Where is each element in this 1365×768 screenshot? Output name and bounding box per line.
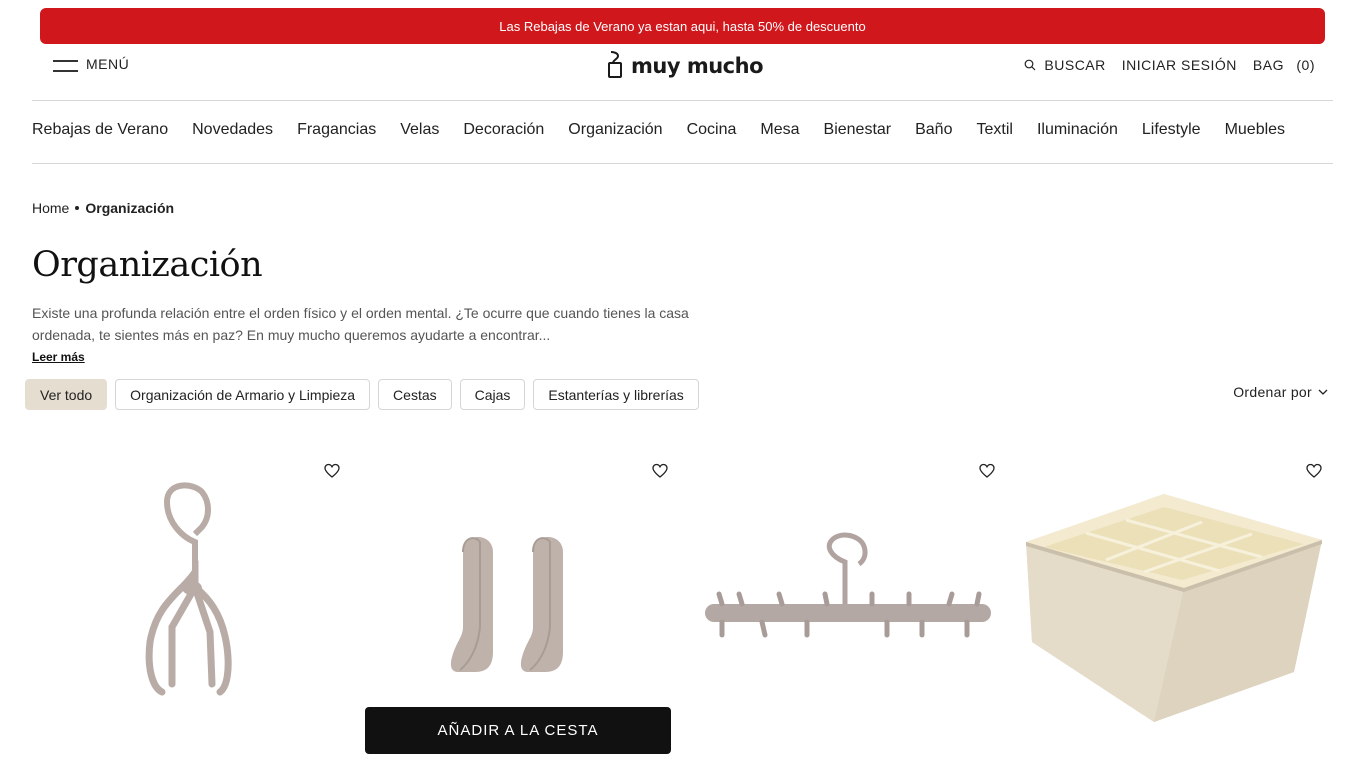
category-bienestar[interactable]: Bienestar (824, 121, 892, 139)
category-organizacion[interactable]: Organización (568, 121, 662, 139)
sort-label: Ordenar por (1233, 384, 1312, 400)
category-cocina[interactable]: Cocina (687, 121, 737, 139)
product-card[interactable] (32, 452, 359, 768)
breadcrumb-separator (75, 206, 80, 210)
search-button[interactable]: BUSCAR (1024, 57, 1105, 73)
heart-icon[interactable] (1305, 462, 1323, 480)
breadcrumb: Home Organización (32, 200, 174, 216)
category-muebles[interactable]: Muebles (1225, 121, 1285, 139)
breadcrumb-current: Organización (85, 200, 175, 216)
promo-banner[interactable]: Las Rebajas de Verano ya estan aqui, has… (40, 8, 1325, 44)
search-icon (1025, 59, 1036, 71)
menu-button[interactable]: MENÚ (53, 56, 129, 72)
login-link[interactable]: INICIAR SESIÓN (1122, 57, 1237, 73)
filter-chips: Ver todo Organización de Armario y Limpi… (25, 379, 699, 410)
promo-text: Las Rebajas de Verano ya estan aqui, has… (499, 18, 866, 34)
filter-chip-all[interactable]: Ver todo (25, 379, 108, 410)
product-image (705, 532, 991, 638)
menu-label: MENÚ (86, 56, 130, 72)
category-lifestyle[interactable]: Lifestyle (1142, 121, 1201, 139)
chevron-down-icon (1318, 389, 1328, 395)
page-title: Organización (32, 245, 263, 285)
category-fragancias[interactable]: Fragancias (297, 121, 376, 139)
add-to-cart-button[interactable]: AÑADIR A LA CESTA (365, 707, 671, 754)
category-textil[interactable]: Textil (976, 121, 1012, 139)
logo-mark-icon (608, 51, 622, 78)
logo[interactable]: muy mucho (607, 51, 764, 78)
heart-icon[interactable] (978, 462, 996, 480)
category-rebajas[interactable]: Rebajas de Verano (32, 121, 168, 139)
header-divider (32, 100, 1333, 101)
product-image (145, 482, 232, 696)
nav-divider (32, 163, 1333, 164)
category-mesa[interactable]: Mesa (760, 121, 799, 139)
add-to-cart-label: AÑADIR A LA CESTA (437, 722, 599, 739)
filter-chip-estanterias[interactable]: Estanterías y librerías (533, 379, 699, 410)
filter-chip-cajas[interactable]: Cajas (459, 379, 526, 410)
category-velas[interactable]: Velas (400, 121, 439, 139)
category-iluminacion[interactable]: Iluminación (1037, 121, 1118, 139)
category-decoracion[interactable]: Decoración (463, 121, 544, 139)
filter-chip-armario[interactable]: Organización de Armario y Limpieza (115, 379, 371, 410)
filter-chip-cestas[interactable]: Cestas (378, 379, 452, 410)
bag-label: BAG (1252, 57, 1284, 73)
category-novedades[interactable]: Novedades (192, 121, 273, 139)
product-image (1026, 494, 1322, 722)
heart-icon[interactable] (651, 462, 669, 480)
product-card[interactable] (1014, 452, 1341, 768)
hamburger-icon (53, 57, 78, 72)
breadcrumb-home[interactable]: Home (32, 200, 69, 216)
product-card[interactable] (687, 452, 1014, 768)
category-bano[interactable]: Baño (915, 121, 952, 139)
category-nav: Rebajas de Verano Novedades Fragancias V… (32, 121, 1333, 139)
bag-link[interactable]: BAG (0) (1253, 57, 1315, 73)
sort-dropdown[interactable]: Ordenar por (1233, 384, 1328, 400)
logo-text: muy mucho (631, 54, 764, 78)
search-label: BUSCAR (1044, 57, 1106, 73)
heart-icon[interactable] (323, 462, 341, 480)
read-more-link[interactable]: Leer más (32, 350, 85, 364)
category-description: Existe una profunda relación entre el or… (32, 305, 689, 343)
bag-count: (0) (1296, 57, 1315, 73)
